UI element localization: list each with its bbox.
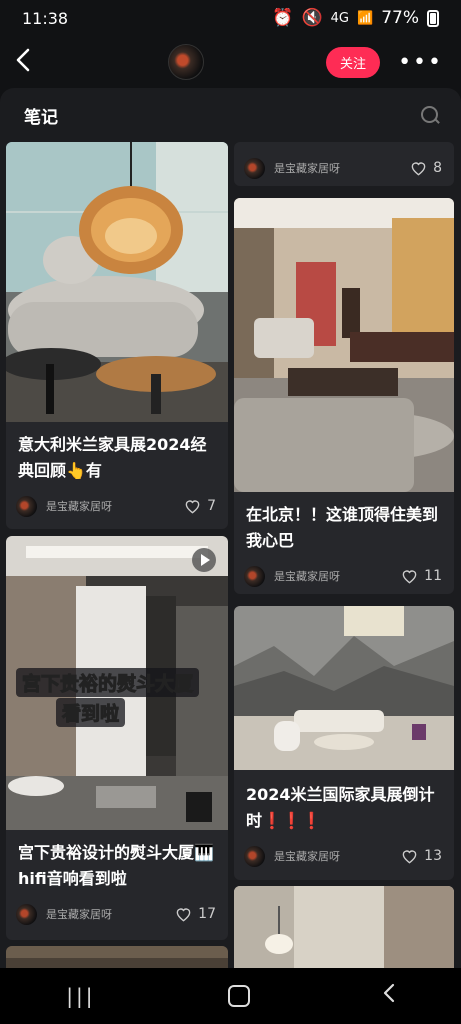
author-avatar — [244, 845, 265, 867]
author-name: 是宝藏家居呀 — [274, 850, 340, 863]
home-icon[interactable] — [228, 985, 251, 1007]
search-icon[interactable] — [421, 106, 439, 124]
author-name: 是宝藏家居呀 — [46, 500, 112, 513]
like-button[interactable]: 11 — [401, 568, 442, 584]
note-image — [6, 142, 228, 422]
note-card[interactable]: 2024米兰国际家具展倒计时❗❗❗ 是宝藏家居呀 13 — [234, 606, 454, 880]
like-count: 7 — [207, 498, 216, 514]
note-meta: 是宝藏家居呀 13 — [244, 844, 442, 868]
author-name: 是宝藏家居呀 — [46, 908, 112, 921]
note-meta: 是宝藏家居呀 17 — [16, 902, 216, 926]
author-avatar — [244, 157, 265, 179]
note-image — [234, 198, 454, 492]
signal-icon: 📶 — [357, 10, 374, 26]
like-button[interactable]: 8 — [410, 160, 442, 176]
recent-apps-icon[interactable]: ||| — [66, 984, 95, 1008]
author-name: 是宝藏家居呀 — [274, 162, 340, 175]
like-button[interactable]: 13 — [401, 848, 442, 864]
author-name: 是宝藏家居呀 — [274, 570, 340, 583]
author-avatar — [16, 495, 37, 517]
note-image — [234, 886, 454, 968]
like-button[interactable]: 17 — [175, 906, 216, 922]
note-card[interactable] — [234, 886, 454, 968]
heart-icon — [402, 849, 417, 863]
panel-title: 笔记 — [24, 107, 58, 128]
mute-icon: 🔇 — [301, 8, 323, 28]
like-count: 17 — [198, 906, 216, 922]
heart-icon — [176, 907, 191, 921]
note-meta: 是宝藏家居呀 8 — [244, 156, 442, 180]
note-card[interactable]: 在北京！！这谁顶得住美到我心巴 是宝藏家居呀 11 — [234, 198, 454, 594]
more-horizontal-icon[interactable]: ••• — [398, 50, 443, 75]
heart-icon — [411, 161, 426, 175]
note-card[interactable]: 宫下贵裕的熨斗大厦 看到啦 宫下贵裕设计的熨斗大厦🎹hifi音响看到啦 是宝藏家… — [6, 536, 228, 940]
like-button[interactable]: 7 — [184, 498, 216, 514]
status-icons: ⏰ 🔇 4G 📶 77% — [272, 8, 439, 28]
video-caption-line2: 看到啦 — [56, 698, 126, 727]
heart-icon — [402, 569, 417, 583]
status-time: 11:38 — [22, 8, 69, 28]
heart-icon — [185, 499, 200, 513]
like-count: 8 — [433, 160, 442, 176]
back-icon[interactable] — [16, 48, 46, 77]
top-bar: 关注 ••• — [0, 36, 461, 88]
battery-icon — [427, 9, 439, 27]
note-title: 2024米兰国际家具展倒计时❗❗❗ — [246, 785, 435, 830]
note-card[interactable]: 意大利米兰家具展2024经典回顾👆有 是宝藏家居呀 7 — [6, 142, 228, 529]
notes-panel-header: 笔记 — [0, 88, 461, 142]
note-title: 在北京！！这谁顶得住美到我心巴 — [246, 505, 439, 550]
note-card[interactable]: 是宝藏家居呀 8 — [234, 142, 454, 186]
network-type: 4G — [330, 10, 350, 26]
follow-button[interactable]: 关注 — [326, 46, 381, 78]
note-title: 意大利米兰家具展2024经典回顾👆有 — [18, 435, 207, 480]
video-caption-line1: 宫下贵裕的熨斗大厦 — [16, 668, 200, 697]
system-back-icon[interactable] — [383, 983, 395, 1009]
note-image — [234, 606, 454, 770]
like-count: 11 — [424, 568, 442, 584]
author-avatar — [244, 565, 265, 587]
note-image — [6, 946, 228, 968]
profile-avatar[interactable] — [168, 44, 205, 80]
system-nav-bar: ||| — [0, 968, 461, 1024]
battery-percent: 77% — [381, 8, 419, 28]
top-actions: 关注 ••• — [326, 46, 443, 78]
note-title: 宫下贵裕设计的熨斗大厦🎹hifi音响看到啦 — [18, 843, 214, 888]
status-bar: 11:38 ⏰ 🔇 4G 📶 77% — [0, 0, 461, 36]
note-meta: 是宝藏家居呀 7 — [16, 494, 216, 518]
author-avatar — [16, 903, 37, 925]
notes-panel: 笔记 意大利米兰家具展2024经典回顾👆有 是宝藏家居呀 7 宫下贵裕的熨斗大厦… — [0, 88, 461, 968]
play-icon — [192, 548, 216, 572]
note-card[interactable] — [6, 946, 228, 968]
alarm-icon: ⏰ — [272, 8, 294, 28]
like-count: 13 — [424, 848, 442, 864]
note-meta: 是宝藏家居呀 11 — [244, 564, 442, 588]
